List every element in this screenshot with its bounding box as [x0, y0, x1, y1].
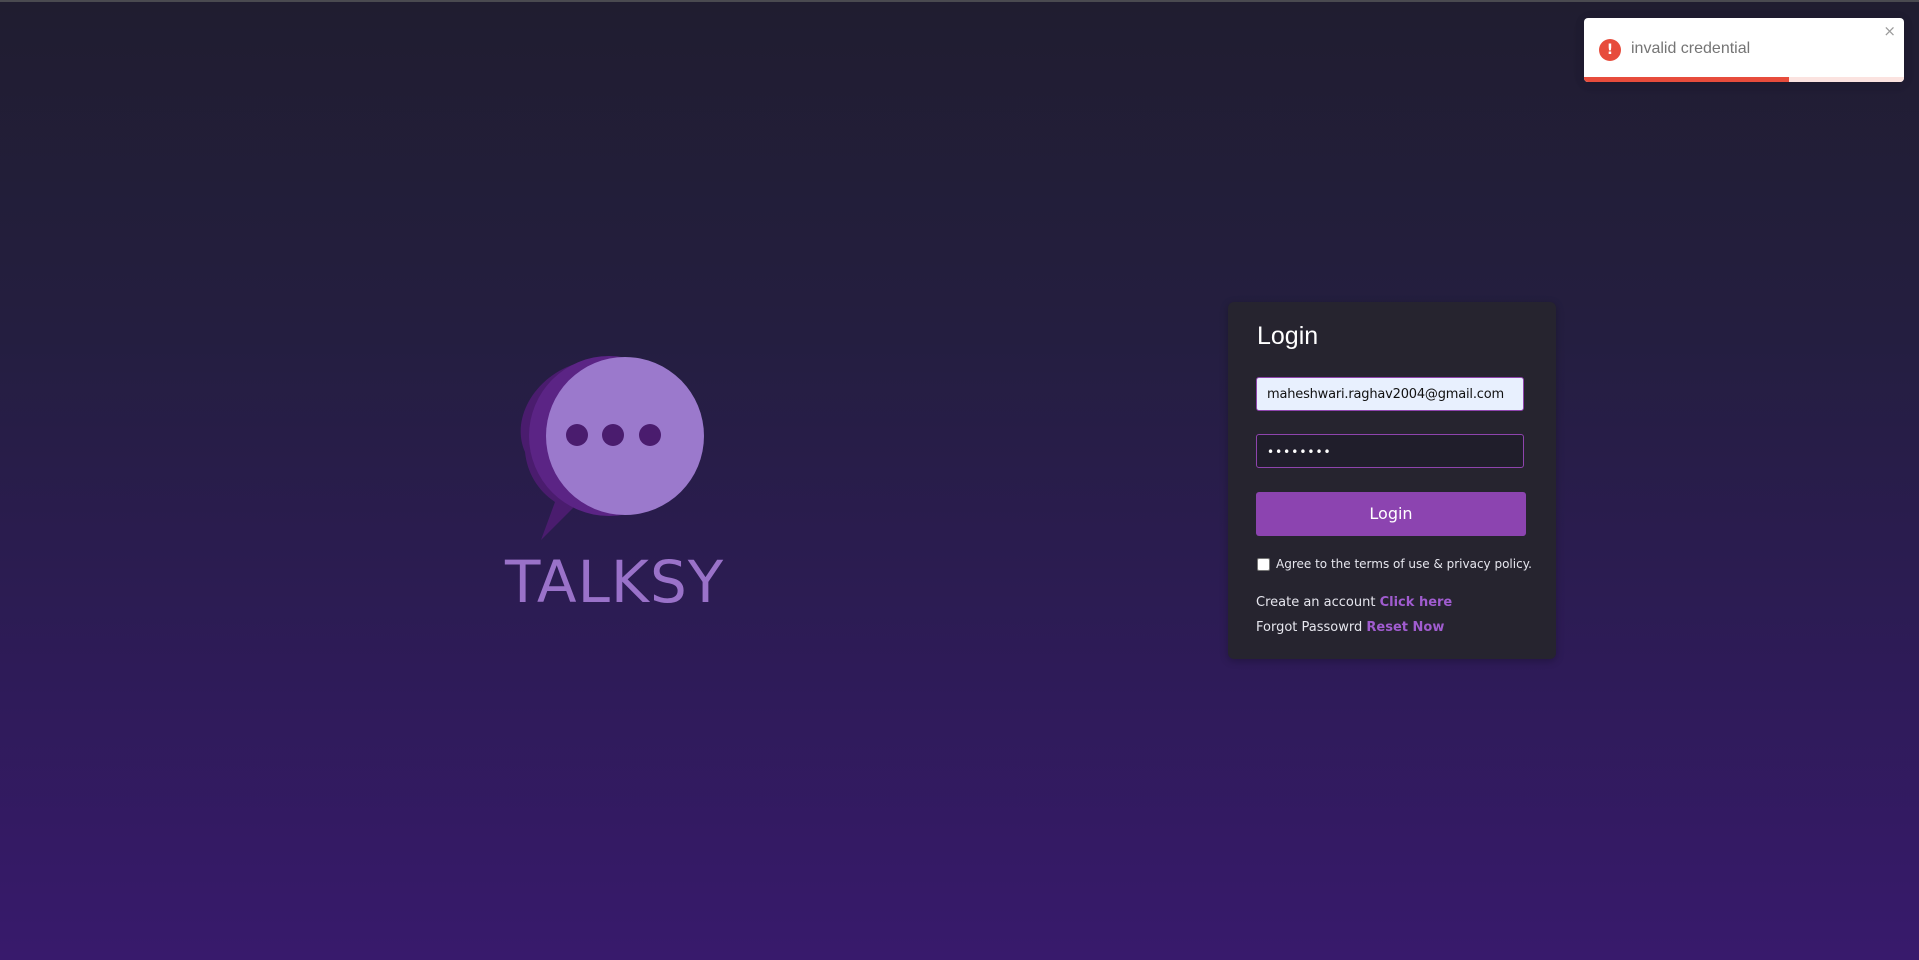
terms-label: Agree to the terms of use & privacy poli…: [1276, 557, 1532, 571]
create-account-row: Create an account Click here: [1256, 595, 1452, 610]
close-icon[interactable]: ×: [1883, 22, 1896, 40]
email-field[interactable]: maheshwari.raghav2004@gmail.com: [1256, 377, 1524, 411]
error-toast[interactable]: ! invalid credential ×: [1584, 18, 1904, 82]
create-account-text: Create an account: [1256, 595, 1376, 610]
brand-name: TALKSY: [505, 548, 725, 616]
window-top-border: [0, 0, 1919, 2]
forgot-password-row: Forgot Passowrd Reset Now: [1256, 620, 1444, 635]
terms-checkbox[interactable]: [1257, 557, 1270, 571]
toast-progress-bar: [1584, 77, 1789, 82]
create-account-link[interactable]: Click here: [1380, 595, 1453, 610]
forgot-password-text: Forgot Passowrd: [1256, 620, 1363, 635]
login-card: Login maheshwari.raghav2004@gmail.com ••…: [1228, 302, 1556, 659]
speech-bubble-icon: [520, 356, 704, 540]
reset-password-link[interactable]: Reset Now: [1366, 620, 1444, 635]
login-button[interactable]: Login: [1256, 492, 1526, 536]
error-icon: !: [1599, 39, 1621, 61]
password-field[interactable]: ••••••••: [1256, 434, 1524, 468]
login-title: Login: [1257, 322, 1319, 350]
toast-message: invalid credential: [1631, 40, 1751, 57]
terms-agreement: Agree to the terms of use & privacy poli…: [1257, 557, 1532, 571]
